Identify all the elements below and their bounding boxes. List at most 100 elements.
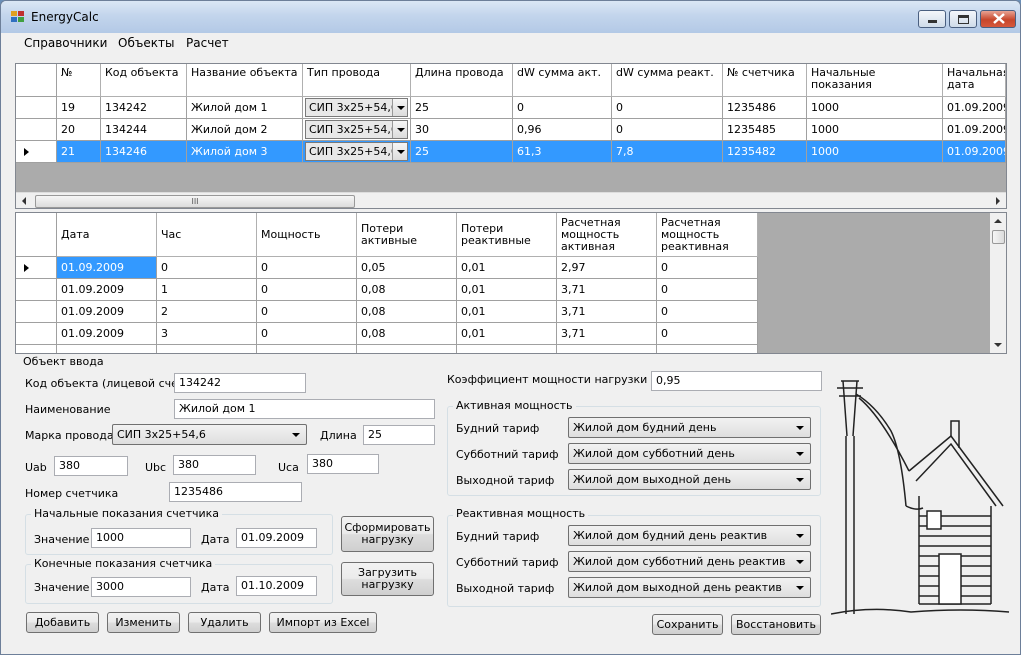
load-cell[interactable]: 01.09.2009 [57, 257, 157, 279]
objects-cell[interactable]: 01.09.2009 [943, 97, 1006, 119]
objects-cell[interactable]: 1000 [807, 141, 943, 163]
tariff-select[interactable]: Жилой дом субботний день реактив [568, 551, 811, 572]
row-header[interactable] [16, 323, 57, 345]
load-cell[interactable]: 0 [157, 257, 257, 279]
objects-cell[interactable]: Жилой дом 2 [187, 119, 303, 141]
end-value-input[interactable]: 3000 [91, 577, 191, 597]
objects-column-header[interactable]: № [57, 64, 101, 97]
load-cell[interactable] [657, 345, 758, 353]
objects-cell[interactable]: 134244 [101, 119, 187, 141]
row-header[interactable] [16, 141, 57, 163]
objects-cell[interactable]: СИП 3x25+54,6 [303, 141, 411, 163]
load-cell[interactable]: 3,71 [557, 301, 657, 323]
load-cell[interactable]: 2 [157, 301, 257, 323]
meter-input[interactable]: 1235486 [169, 482, 302, 502]
load-cell[interactable]: 01.09.2009 [57, 279, 157, 301]
objects-column-header[interactable]: Код объекта [101, 64, 187, 97]
objects-cell[interactable]: Жилой дом 1 [187, 97, 303, 119]
load-cell[interactable]: 0,05 [357, 257, 457, 279]
objects-cell[interactable]: 0 [612, 119, 723, 141]
tariff-select[interactable]: Жилой дом будний день реактив [568, 525, 811, 546]
objects-cell[interactable]: 0 [513, 97, 612, 119]
objects-grid[interactable]: III № Код объекта Название объекта Тип пров… [15, 63, 1007, 209]
load-column-header[interactable]: Мощность [257, 213, 357, 257]
objects-cell[interactable]: 0 [612, 97, 723, 119]
objects-cell[interactable]: 1235486 [723, 97, 807, 119]
row-header[interactable] [16, 97, 57, 119]
load-cell[interactable]: 3,71 [557, 323, 657, 345]
objects-cell[interactable]: 25 [411, 141, 513, 163]
objects-cell[interactable]: 61,3 [513, 141, 612, 163]
row-header[interactable] [16, 279, 57, 301]
start-value-input[interactable]: 1000 [91, 528, 191, 548]
load-cell[interactable]: 0,08 [357, 301, 457, 323]
load-cell[interactable]: 0 [657, 257, 758, 279]
objects-cell[interactable]: СИП 3x25+54,6 [303, 97, 411, 119]
minimize-button[interactable] [918, 10, 946, 28]
row-header[interactable] [16, 301, 57, 323]
load-cell[interactable]: 3 [157, 323, 257, 345]
objects-cell[interactable]: 25 [411, 97, 513, 119]
load-cell[interactable]: 0,08 [357, 279, 457, 301]
load-cell[interactable]: 01.09.2009 [57, 323, 157, 345]
restore-button[interactable]: Восстановить [731, 614, 821, 635]
load-cell[interactable]: 01.09.2009 [57, 301, 157, 323]
scroll-left-button[interactable] [16, 193, 33, 208]
scroll-thumb[interactable]: III [35, 195, 355, 208]
vscroll-thumb[interactable] [992, 230, 1005, 244]
load-column-header[interactable]: Дата [57, 213, 157, 257]
load-cell[interactable]: 0,01 [457, 323, 557, 345]
tariff-select[interactable]: Жилой дом выходной день реактив [568, 577, 811, 598]
title-bar[interactable]: EnergyCalc [1, 1, 1020, 33]
load-cell[interactable] [357, 345, 457, 353]
name-input[interactable]: Жилой дом 1 [174, 399, 435, 419]
load-column-header[interactable]: Расчетная мощность реактивная [657, 213, 758, 257]
save-button[interactable]: Сохранить [652, 614, 723, 635]
scroll-down-button[interactable] [990, 336, 1006, 353]
load-cell[interactable]: 3,71 [557, 279, 657, 301]
wire-select[interactable]: СИП 3x25+54,6 [112, 424, 307, 445]
load-column-header[interactable]: Потери активные [357, 213, 457, 257]
end-date-input[interactable]: 01.10.2009 [236, 576, 317, 596]
load-cell[interactable]: 0 [257, 257, 357, 279]
objects-cell[interactable]: 1000 [807, 97, 943, 119]
form-load-button[interactable]: Сформировать нагрузку [341, 516, 434, 552]
load-cell[interactable]: 2,97 [557, 257, 657, 279]
row-header[interactable] [16, 345, 57, 353]
objects-cell[interactable]: 7,8 [612, 141, 723, 163]
load-cell[interactable] [557, 345, 657, 353]
objects-cell[interactable]: 0,96 [513, 119, 612, 141]
load-column-header[interactable]: Час [157, 213, 257, 257]
objects-column-header[interactable]: Тип провода [303, 64, 411, 97]
dropdown-button[interactable] [392, 143, 407, 160]
maximize-button[interactable] [949, 10, 977, 28]
load-cell[interactable] [257, 345, 357, 353]
objects-column-header[interactable]: № счетчика [723, 64, 807, 97]
load-cell[interactable]: 0 [257, 279, 357, 301]
start-date-input[interactable]: 01.09.2009 [236, 528, 317, 548]
edit-button[interactable]: Изменить [107, 612, 180, 633]
objects-cell[interactable]: 1235485 [723, 119, 807, 141]
objects-cell[interactable]: 134242 [101, 97, 187, 119]
load-cell[interactable] [57, 345, 157, 353]
objects-column-header[interactable]: dW сумма реакт. [612, 64, 723, 97]
objects-cell[interactable]: Жилой дом 3 [187, 141, 303, 163]
load-cell[interactable]: 1 [157, 279, 257, 301]
tariff-select[interactable]: Жилой дом будний день [568, 417, 811, 438]
objects-cell[interactable]: 01.09.2009 [943, 141, 1006, 163]
objects-cell[interactable]: 20 [57, 119, 101, 141]
add-button[interactable]: Добавить [26, 612, 99, 633]
objects-cell[interactable]: 30 [411, 119, 513, 141]
objects-cell[interactable]: 134246 [101, 141, 187, 163]
wire-type-combo[interactable]: СИП 3x25+54,6 [305, 98, 408, 117]
wire-type-combo[interactable]: СИП 3x25+54,6 [305, 142, 408, 161]
row-header[interactable] [16, 119, 57, 141]
objects-column-header[interactable]: Начальная дата [943, 64, 1006, 97]
objects-cell[interactable]: 21 [57, 141, 101, 163]
load-cell[interactable]: 0,01 [457, 301, 557, 323]
menu-directories[interactable]: Справочники [20, 36, 111, 50]
objects-cell[interactable]: 01.09.2009 [943, 119, 1006, 141]
load-cell[interactable]: 0 [657, 323, 758, 345]
load-cell[interactable]: 0 [257, 323, 357, 345]
menu-calculation[interactable]: Расчет [182, 36, 233, 50]
